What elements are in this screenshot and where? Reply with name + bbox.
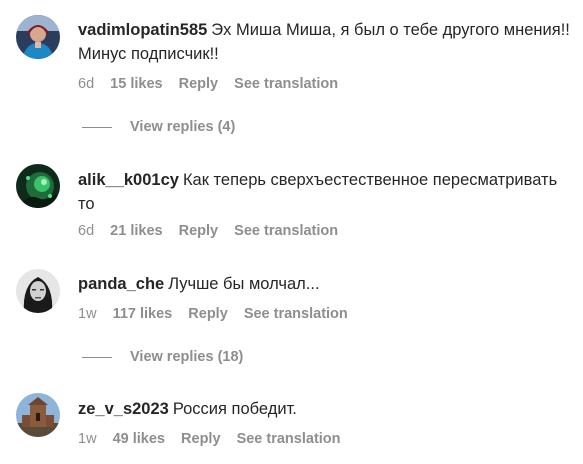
comment-text: alik__k001cy Как теперь сверхъестественно… xyxy=(78,168,573,216)
comment-time: 6d xyxy=(78,76,95,92)
comment-time: 6d xyxy=(78,223,95,239)
likes-count[interactable]: 21 likes xyxy=(110,223,162,239)
avatar[interactable] xyxy=(16,393,60,437)
reply-button[interactable]: Reply xyxy=(179,76,219,92)
comments-list: vadimlopatin585 Эх Миша Миша, я был о теб… xyxy=(0,0,583,464)
reply-button[interactable]: Reply xyxy=(181,431,221,447)
avatar[interactable] xyxy=(16,164,60,208)
see-translation-link[interactable]: See translation xyxy=(244,306,348,322)
comment-username[interactable]: panda_che xyxy=(78,275,164,293)
view-replies-button[interactable]: View replies (4) xyxy=(82,119,235,135)
avatar[interactable] xyxy=(16,15,60,59)
user-avatar-icon xyxy=(16,164,60,208)
replies-divider-line xyxy=(82,126,112,128)
reply-button[interactable]: Reply xyxy=(188,306,228,322)
avatar[interactable] xyxy=(16,269,60,313)
comment-username[interactable]: vadimlopatin585 xyxy=(78,21,207,39)
user-avatar-icon xyxy=(16,15,60,59)
comment-meta: 1w 117 likes Reply See translation xyxy=(78,306,360,322)
comment-text: ze_v_s2023 Россия победит. xyxy=(78,397,573,421)
comment-meta: 6d 21 likes Reply See translation xyxy=(78,223,350,239)
see-translation-link[interactable]: See translation xyxy=(237,431,341,447)
user-avatar-icon xyxy=(16,269,60,313)
replies-divider-line xyxy=(82,356,112,358)
view-replies-label: View replies (4) xyxy=(130,119,236,135)
likes-count[interactable]: 49 likes xyxy=(113,431,165,447)
view-replies-button[interactable]: View replies (18) xyxy=(82,349,243,365)
user-avatar-icon xyxy=(16,393,60,437)
view-replies-label: View replies (18) xyxy=(130,349,244,365)
comment-username[interactable]: ze_v_s2023 xyxy=(78,400,169,418)
comment-time: 1w xyxy=(78,306,97,322)
comment-body: Лучше бы молчал... xyxy=(168,275,320,293)
likes-count[interactable]: 117 likes xyxy=(113,306,173,322)
comment-username[interactable]: alik__k001cy xyxy=(78,171,179,189)
comment-body: Россия победит. xyxy=(172,400,297,418)
comment-time: 1w xyxy=(78,431,97,447)
comment-meta: 1w 49 likes Reply See translation xyxy=(78,431,353,447)
see-translation-link[interactable]: See translation xyxy=(234,76,338,92)
comment-text: vadimlopatin585 Эх Миша Миша, я был о теб… xyxy=(78,18,573,66)
see-translation-link[interactable]: See translation xyxy=(234,223,338,239)
likes-count[interactable]: 15 likes xyxy=(110,76,162,92)
comment-text: panda_che Лучше бы молчал... xyxy=(78,272,573,296)
reply-button[interactable]: Reply xyxy=(179,223,219,239)
comment-meta: 6d 15 likes Reply See translation xyxy=(78,76,350,92)
